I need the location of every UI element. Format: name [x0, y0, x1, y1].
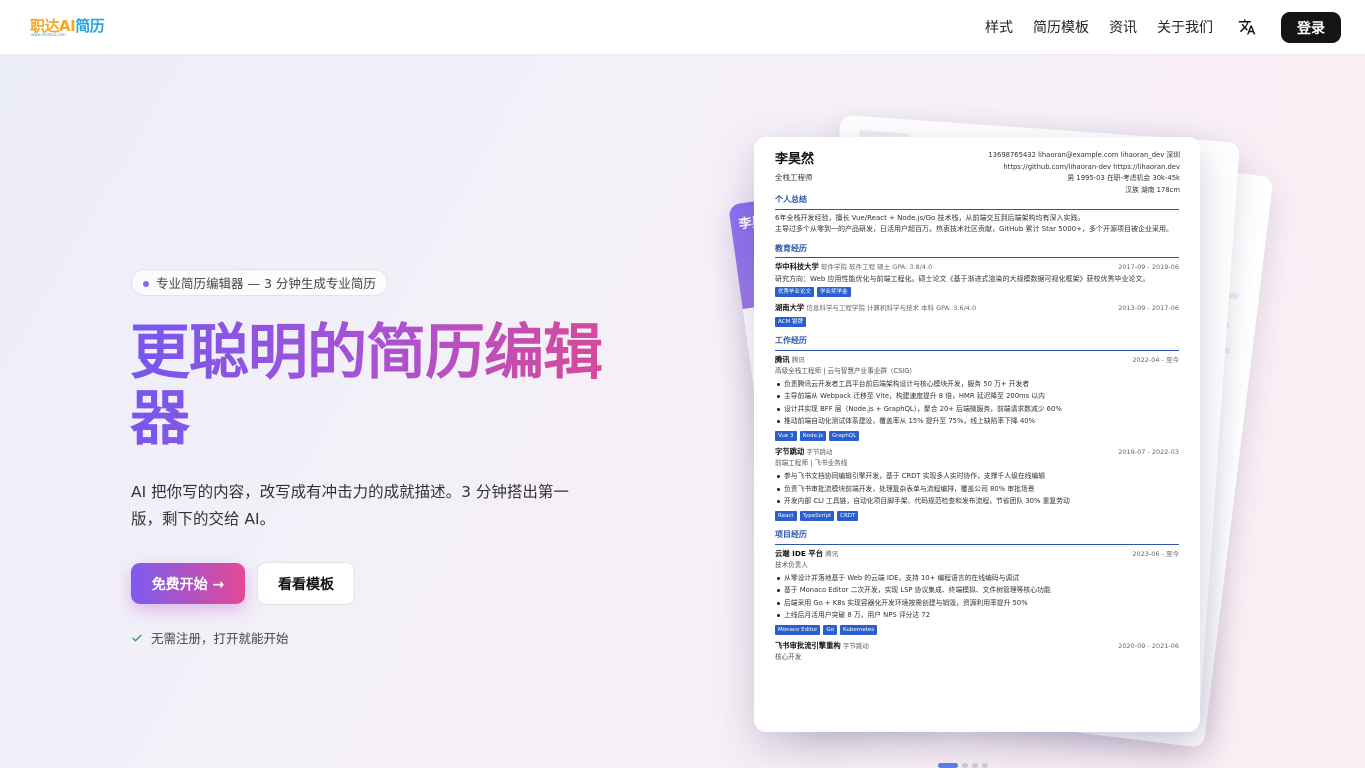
hero-badge: 专业简历编辑器 — 3 分钟生成专业简历 [131, 269, 388, 296]
logo-subtext: www.zhidaai.com [31, 32, 66, 37]
work-entry: 腾讯 腾讯 2022-04 - 至今 高级全栈工程师 | 云与智慧产业事业群（C… [775, 354, 1179, 441]
tag: Monaco Editor [775, 624, 821, 635]
tag: 学业奖学金 [817, 287, 851, 298]
pager-dot-active[interactable] [938, 763, 958, 768]
resume-contact: 13698765432 lihaoran@example.com lihaora… [988, 151, 1180, 194]
education-entry: 湖南大学 信息科学与工程学院 计算机科学与技术 本科 GPA: 3.6/4.0 … [775, 303, 1179, 327]
resume-section-education: 教育经历 华中科技大学 软件学院 软件工程 硕士 GPA: 3.8/4.0 20… [775, 244, 1179, 327]
work-entry: 字节跳动 字节跳动 2019-07 - 2022-03 前端工程师 | 飞书业务… [775, 446, 1179, 521]
section-title: 个人总结 [775, 195, 1179, 210]
section-title: 项目经历 [775, 530, 1179, 545]
resume-body: 个人总结 6年全栈开发经验，擅长 Vue/React + Node.js/Go … [775, 195, 1179, 671]
resume-section-work: 工作经历 腾讯 腾讯 2022-04 - 至今 高级全栈工程师 | 云与智慧产业… [775, 336, 1179, 521]
free-start-button[interactable]: 免费开始 → [131, 563, 245, 604]
main-nav: 样式 简历模板 资讯 关于我们 [985, 17, 1213, 37]
tag: ACM 银牌 [775, 316, 806, 327]
resume-name: 李昊然 [775, 152, 815, 167]
pager-dot[interactable] [962, 763, 968, 768]
nav-item-styles[interactable]: 样式 [985, 17, 1013, 37]
hero-title: 更聪明的简历编辑器 [130, 320, 650, 452]
top-navbar: 职达AI简历 www.zhidaai.com 样式 简历模板 资讯 关于我们 登… [0, 0, 1365, 55]
project-entry: 云端 IDE 平台 腾讯 2023-06 - 至今 技术负责人 从零设计并落地基… [775, 548, 1179, 635]
no-signup-note: 无需注册，打开就能开始 [131, 628, 289, 647]
education-entry: 华中科技大学 软件学院 软件工程 硕士 GPA: 3.8/4.0 2017-09… [775, 262, 1179, 298]
badge-dot-icon [143, 281, 149, 287]
tag: Vue 3 [775, 430, 797, 441]
section-title: 教育经历 [775, 244, 1179, 259]
tag: GraphQL [829, 430, 860, 441]
resume-preview: 李昊然 全栈工程师 13698765432 lihaoran@example.c… [754, 137, 1200, 732]
pager-dot[interactable] [982, 763, 988, 768]
nav-item-about[interactable]: 关于我们 [1157, 17, 1213, 37]
section-title: 工作经历 [775, 336, 1179, 351]
tag: React [775, 510, 797, 521]
view-templates-button[interactable]: 看看模板 [257, 562, 355, 605]
carousel-pager [938, 763, 988, 768]
resume-role: 全栈工程师 [775, 173, 813, 182]
resume-section-projects: 项目经历 云端 IDE 平台 腾讯 2023-06 - 至今 技术负责人 从零设… [775, 530, 1179, 662]
hero-description: AI 把你写的内容，改写成有冲击力的成就描述。3 分钟搭出第一版，剩下的交给 A… [131, 483, 569, 528]
site-logo[interactable]: 职达AI简历 www.zhidaai.com [30, 17, 105, 39]
translate-icon[interactable] [1238, 18, 1256, 36]
pager-dot[interactable] [972, 763, 978, 768]
nav-item-templates[interactable]: 简历模板 [1033, 17, 1089, 37]
tag: Go [823, 624, 838, 635]
check-icon [132, 634, 142, 641]
badge-text: 专业简历编辑器 — 3 分钟生成专业简历 [156, 276, 376, 291]
login-button[interactable]: 登录 [1281, 12, 1341, 43]
tag: Kubernetes [840, 624, 878, 635]
tag: CRDT [837, 510, 859, 521]
nav-item-news[interactable]: 资讯 [1109, 17, 1137, 37]
tag: TypeScript [799, 510, 835, 521]
note-text: 无需注册，打开就能开始 [151, 631, 289, 646]
tag: 优秀毕业论文 [775, 287, 815, 298]
resume-section-summary: 个人总结 6年全栈开发经验，擅长 Vue/React + Node.js/Go … [775, 195, 1179, 235]
logo-text-b: 简历 [75, 17, 105, 35]
tag: Node.js [799, 430, 827, 441]
project-entry: 飞书审批流引擎重构 字节跳动 2020-09 - 2021-06 核心开发 [775, 640, 1179, 662]
